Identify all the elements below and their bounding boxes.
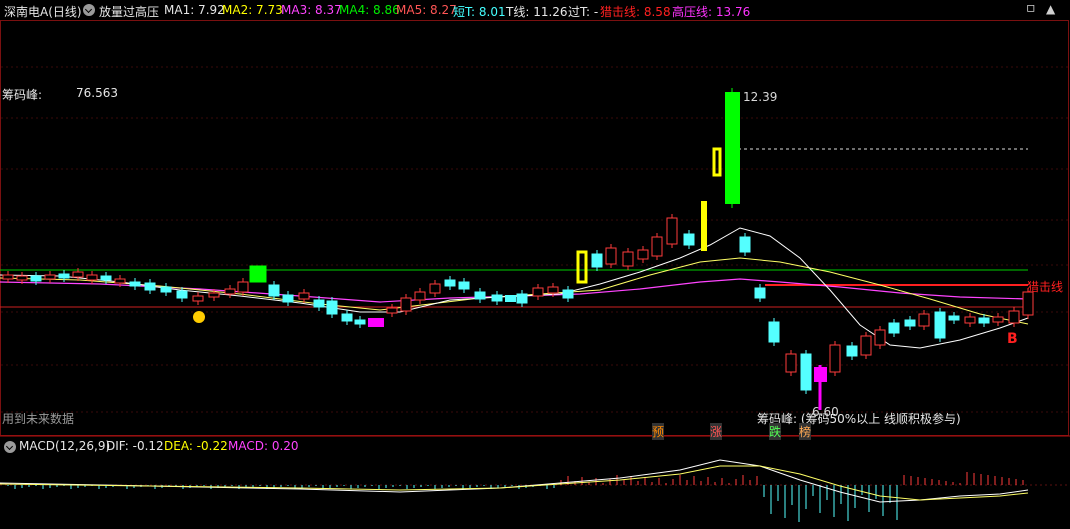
candle-body xyxy=(444,279,456,287)
candle-body xyxy=(785,353,797,373)
candle-body xyxy=(874,329,886,346)
candle-body xyxy=(44,274,56,280)
candle-body xyxy=(532,287,544,297)
candle-body xyxy=(400,297,412,312)
candle-body xyxy=(298,292,310,300)
candle-body xyxy=(86,274,98,281)
candle-body xyxy=(904,319,916,327)
signal-candle-yellow xyxy=(712,147,722,177)
volume-breakout-candle xyxy=(249,265,267,283)
candle-body xyxy=(622,251,634,267)
candle-body xyxy=(562,289,574,299)
candle-body xyxy=(934,311,946,339)
candle-body xyxy=(651,236,663,257)
ambush-line-tag: 猎击线 xyxy=(1027,280,1064,294)
candle-body xyxy=(888,322,900,334)
candle-body xyxy=(491,294,503,302)
macd-dea: DEA: -0.22 xyxy=(164,439,228,453)
candle-body xyxy=(800,353,812,391)
chip-peak-label: 筹码峰: xyxy=(2,88,43,102)
macd-title[interactable]: MACD(12,26,9) xyxy=(19,439,110,453)
candle-body xyxy=(2,274,14,280)
candle-body xyxy=(739,236,751,253)
candle-body xyxy=(637,249,649,260)
candle-body xyxy=(1022,291,1034,316)
candle-body xyxy=(192,295,204,302)
smiley-icon xyxy=(193,311,205,323)
candle-body xyxy=(948,315,960,321)
candle-body xyxy=(846,345,858,357)
low-price-label: 6.60 xyxy=(812,405,839,419)
candle-body xyxy=(208,292,220,298)
candle-body xyxy=(505,295,516,302)
signal-candle-yellow xyxy=(701,201,707,251)
chart-window: 深南电A(日线) 放量过高压 MA1: 7.92 MA2: 7.73 MA3: … xyxy=(0,0,1070,529)
candle-body xyxy=(918,313,930,327)
event-tag-die[interactable]: 跌 xyxy=(769,423,782,440)
candle-body xyxy=(326,300,338,315)
candle-body xyxy=(860,335,872,356)
ma2-line xyxy=(0,257,1029,325)
candle-body xyxy=(129,281,141,287)
candle-body xyxy=(282,294,294,303)
event-tag-bang[interactable]: 榜 xyxy=(799,423,812,440)
candle-body xyxy=(386,307,398,314)
candle-body xyxy=(114,278,126,284)
high-price-label: 12.39 xyxy=(743,90,778,104)
candle-body xyxy=(978,317,990,324)
candle-body xyxy=(160,286,172,293)
macd-value: MACD: 0.20 xyxy=(228,439,299,453)
candle-body xyxy=(591,253,603,268)
candle-body xyxy=(58,273,70,279)
macd-dea-line xyxy=(0,465,1029,501)
candle-body xyxy=(829,344,841,373)
candle-body xyxy=(16,275,28,281)
candle-body xyxy=(754,287,766,299)
candle-body xyxy=(313,299,325,308)
candle-body xyxy=(768,321,780,343)
event-tag-zhang[interactable]: 涨 xyxy=(710,423,723,440)
candle-body xyxy=(176,290,188,299)
macd-dif: DIF: -0.12 xyxy=(106,439,164,453)
candle-body xyxy=(605,247,617,265)
candle-body xyxy=(224,288,236,295)
candle-body xyxy=(992,316,1004,323)
event-tag-yu[interactable]: 预 xyxy=(652,423,665,440)
candle-body xyxy=(237,281,249,293)
candle-body xyxy=(268,284,280,297)
limit-up-candle xyxy=(725,92,740,204)
candle-body xyxy=(144,282,156,291)
candle-body xyxy=(516,293,528,304)
macd-dropdown-icon[interactable] xyxy=(4,441,16,453)
candle-body xyxy=(683,233,695,246)
signal-candle-magenta xyxy=(814,367,827,382)
buy-signal: B xyxy=(1007,331,1018,347)
candle-body xyxy=(414,291,426,301)
chip-peak-note: 筹码峰: (筹码50%以上 线顺积极参与) xyxy=(757,412,961,426)
candle-body xyxy=(964,316,976,324)
signal-candle-magenta xyxy=(368,318,384,327)
signal-candle-yellow xyxy=(576,250,588,284)
candle-body xyxy=(72,271,84,278)
candle-body xyxy=(341,313,353,322)
candle-body xyxy=(547,286,559,294)
main-frame xyxy=(0,20,1069,436)
candle-body xyxy=(1008,310,1020,324)
chip-peak-value: 76.563 xyxy=(76,86,118,100)
candle-body xyxy=(458,281,470,290)
future-data-note: 用到未来数据 xyxy=(2,412,75,426)
candle-body xyxy=(429,283,441,294)
candle-body xyxy=(666,217,678,245)
candle-body xyxy=(30,275,42,282)
candle-body xyxy=(100,275,112,281)
macd-dif-line xyxy=(0,459,1029,503)
candle-body xyxy=(354,319,366,325)
candle-body xyxy=(474,291,486,300)
